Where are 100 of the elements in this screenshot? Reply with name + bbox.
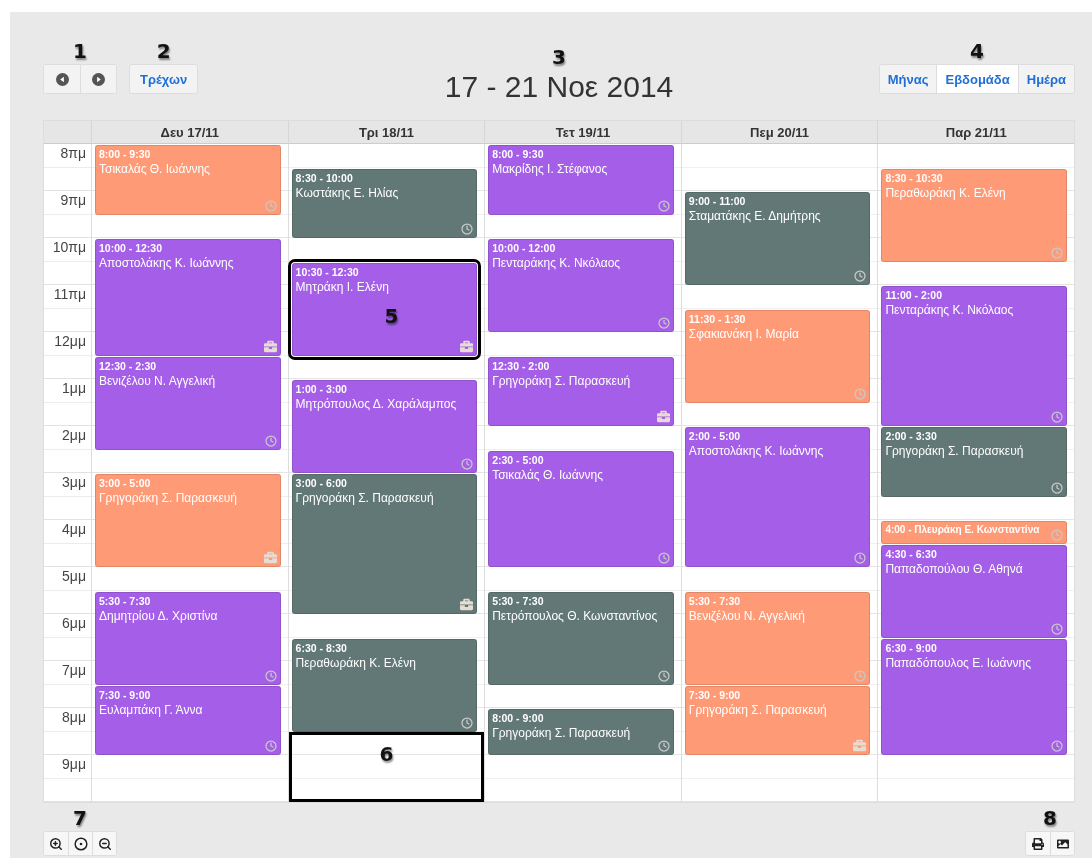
briefcase-icon (656, 410, 670, 423)
clock-icon (854, 552, 867, 564)
day-header: Παρ 21/11 (877, 121, 1074, 144)
event-time: 4:30 - 6:30 (885, 547, 937, 561)
event-time: 2:30 - 5:00 (492, 453, 544, 467)
annotation-number: 7 (73, 807, 87, 829)
annotation-number: 2 (156, 40, 171, 62)
view-tab[interactable]: Ημέρα (1017, 65, 1074, 93)
clock-icon (657, 669, 670, 682)
calendar-event[interactable]: 5:30 - 7:30 Δημητρίου Δ. Χριστίνα (95, 591, 281, 685)
zoom-out-button[interactable] (92, 832, 116, 855)
calendar-event[interactable]: 8:30 - 10:00 Κωστάκης Ε. Ηλίας (291, 168, 478, 238)
hour-label: 12μμ (54, 333, 86, 351)
date-range-title: 17 - 21 Νοε 2014 (444, 70, 674, 104)
event-name: Πετρόπουλος Θ. Κωνσταντίνος (492, 607, 658, 624)
event-name: Τσικαλάς Θ. Ιωάννης (492, 466, 604, 483)
clock-icon (1051, 411, 1063, 423)
briefcase-icon (263, 339, 277, 353)
clock-icon (1051, 481, 1063, 494)
calendar-event[interactable]: 5:30 - 7:30 Πετρόπουλος Θ. Κωνσταντίνος (488, 591, 674, 685)
event-name: Βενιζέλου Ν. Αγγελική (688, 607, 805, 624)
event-name: Πενταράκης Κ. Νκόλαος (885, 302, 1014, 318)
event-time: 12:30 - 2:00 (492, 359, 550, 373)
calendar-event[interactable]: 2:00 - 3:30 Γρηγοράκη Σ. Παρασκευή (881, 427, 1067, 497)
event-time: 10:00 - 12:30 (99, 242, 163, 255)
calendar-event[interactable]: 11:30 - 1:30 Σφακιανάκη Ι. Μαρία (684, 309, 871, 403)
day-header: Δευ 17/11 (91, 121, 288, 144)
clock-icon (657, 740, 670, 752)
annotation-number: 6 (379, 742, 394, 768)
event-time: 5:30 - 7:30 (492, 594, 544, 608)
calendar-event[interactable]: 8:30 - 10:30 Περαθωράκη Κ. Ελένη (881, 168, 1067, 262)
hour-label: 4μμ (62, 521, 86, 539)
event-name: Δημητρίου Δ. Χριστίνα (99, 607, 218, 624)
calendar-event[interactable]: 1:00 - 3:00 Μητρόπουλος Δ. Χαράλαμπος (291, 380, 478, 473)
event-time: 9:00 - 11:00 (688, 195, 746, 208)
zoom-out-icon (97, 836, 112, 851)
event-name: Γρηγοράκη Σ. Παρασκευή (99, 490, 237, 506)
clock-icon (264, 740, 277, 752)
calendar-event[interactable]: 7:30 - 9:00 Ευλαμπάκη Γ. Άννα (95, 685, 281, 755)
clock-icon (657, 199, 670, 212)
target-icon (73, 836, 88, 851)
event-time: 5:30 - 7:30 (99, 594, 151, 608)
calendar-event[interactable]: 4:30 - 6:30 Παπαδοπούλου Θ. Αθηνά (881, 544, 1067, 638)
event-time: 10:30 - 12:30 (295, 265, 359, 279)
printer-icon (1032, 837, 1044, 850)
event-text: 4:00 - Πλευράκη Ε. Κωνσταντίνα (885, 523, 1040, 537)
calendar-event[interactable]: 10:00 - 12:00 Πενταράκης Κ. Νκόλαος (488, 239, 674, 332)
calendar-event[interactable]: 7:30 - 9:00 Γρηγοράκη Σ. Παρασκευή (684, 685, 871, 755)
event-time: 6:30 - 8:30 (295, 641, 347, 655)
clock-icon (461, 716, 474, 729)
zoom-in-button[interactable] (44, 832, 68, 855)
event-name: Ευλαμπάκη Γ. Άννα (99, 701, 203, 718)
print-button[interactable] (1026, 832, 1050, 855)
calendar-event[interactable]: 4:00 - Πλευράκη Ε. Κωνσταντίνα (881, 521, 1067, 544)
event-name: Γρηγοράκη Σ. Παρασκευή (885, 443, 1024, 459)
clock-icon (264, 669, 277, 682)
clock-icon (461, 223, 474, 235)
annotation-number: 1 (73, 40, 87, 62)
calendar-event[interactable]: 10:00 - 12:30 Αποστολάκης Κ. Ιωάννης (95, 239, 281, 356)
event-time: 7:30 - 9:00 (688, 688, 741, 702)
event-time: 8:30 - 10:00 (295, 171, 353, 185)
calendar-event[interactable]: 6:30 - 8:30 Περαθωράκη Κ. Ελένη (291, 638, 478, 732)
calendar-event[interactable]: 12:30 - 2:00 Γρηγοράκη Σ. Παρασκευή (488, 356, 674, 426)
hour-label: 11πμ (53, 286, 86, 304)
reset-zoom-button[interactable] (68, 832, 92, 855)
clock-icon (854, 387, 867, 400)
clock-icon (1051, 622, 1063, 635)
calendar-event[interactable]: 3:00 - 6:00 Γρηγοράκη Σ. Παρασκευή (291, 474, 478, 614)
event-name: Αποστολάκης Κ. Ιωάννης (688, 443, 824, 459)
image-button[interactable] (1050, 832, 1074, 855)
calendar-event[interactable]: 3:00 - 5:00 Γρηγοράκη Σ. Παρασκευή (95, 474, 281, 567)
event-name: Παπαδόπουλος Ε. Ιωάννης (885, 654, 1031, 671)
hour-label: 8πμ (60, 145, 86, 163)
calendar-event[interactable]: 12:30 - 2:30 Βενιζέλου Ν. Αγγελική (95, 356, 281, 450)
calendar-event[interactable]: 8:00 - 9:30 Μακρίδης Ι. Στέφανος (488, 145, 674, 215)
event-name: Αποστολάκης Κ. Ιωάννης (99, 255, 234, 271)
annotation-number: 3 (552, 46, 566, 68)
calendar-event[interactable]: 2:30 - 5:00 Τσικαλάς Θ. Ιωάννης (488, 450, 674, 567)
clock-icon (461, 458, 474, 470)
calendar-event[interactable]: 11:00 - 2:00 Πενταράκης Κ. Νκόλαος (881, 286, 1067, 426)
event-name: Βενιζέλου Ν. Αγγελική (99, 372, 216, 389)
calendar-event[interactable]: 6:30 - 9:00 Παπαδόπουλος Ε. Ιωάννης (881, 638, 1067, 755)
event-time: 2:00 - 3:30 (885, 430, 937, 443)
calendar-event[interactable]: 8:00 - 9:00 Γρηγοράκη Σ. Παρασκευή (488, 709, 674, 755)
event-time: 8:00 - 9:30 (492, 148, 544, 161)
event-time: 6:30 - 9:00 (885, 641, 937, 655)
calendar-event[interactable]: 8:00 - 9:30 Τσικαλάς Θ. Ιωάννης (95, 145, 281, 215)
briefcase-icon (460, 339, 474, 353)
hour-label: 5μμ (62, 568, 86, 586)
clock-icon (264, 434, 277, 447)
day-header: Τετ 19/11 (484, 121, 681, 144)
calendar-event[interactable]: 9:00 - 11:00 Σταματάκης Ε. Δημήτρης (684, 192, 871, 285)
calendar-event[interactable]: 2:00 - 5:00 Αποστολάκης Κ. Ιωάννης (684, 427, 871, 567)
calendar-event[interactable]: 5:30 - 7:30 Βενιζέλου Ν. Αγγελική (684, 591, 871, 685)
previous-icon (55, 72, 69, 86)
event-name: Γρηγοράκη Σ. Παρασκευή (688, 701, 827, 718)
next-button[interactable] (80, 65, 116, 93)
event-name: Παπαδοπούλου Θ. Αθηνά (885, 560, 1023, 577)
hour-label: 10πμ (52, 239, 86, 257)
view-tab[interactable]: Εβδομάδα (936, 65, 1018, 93)
